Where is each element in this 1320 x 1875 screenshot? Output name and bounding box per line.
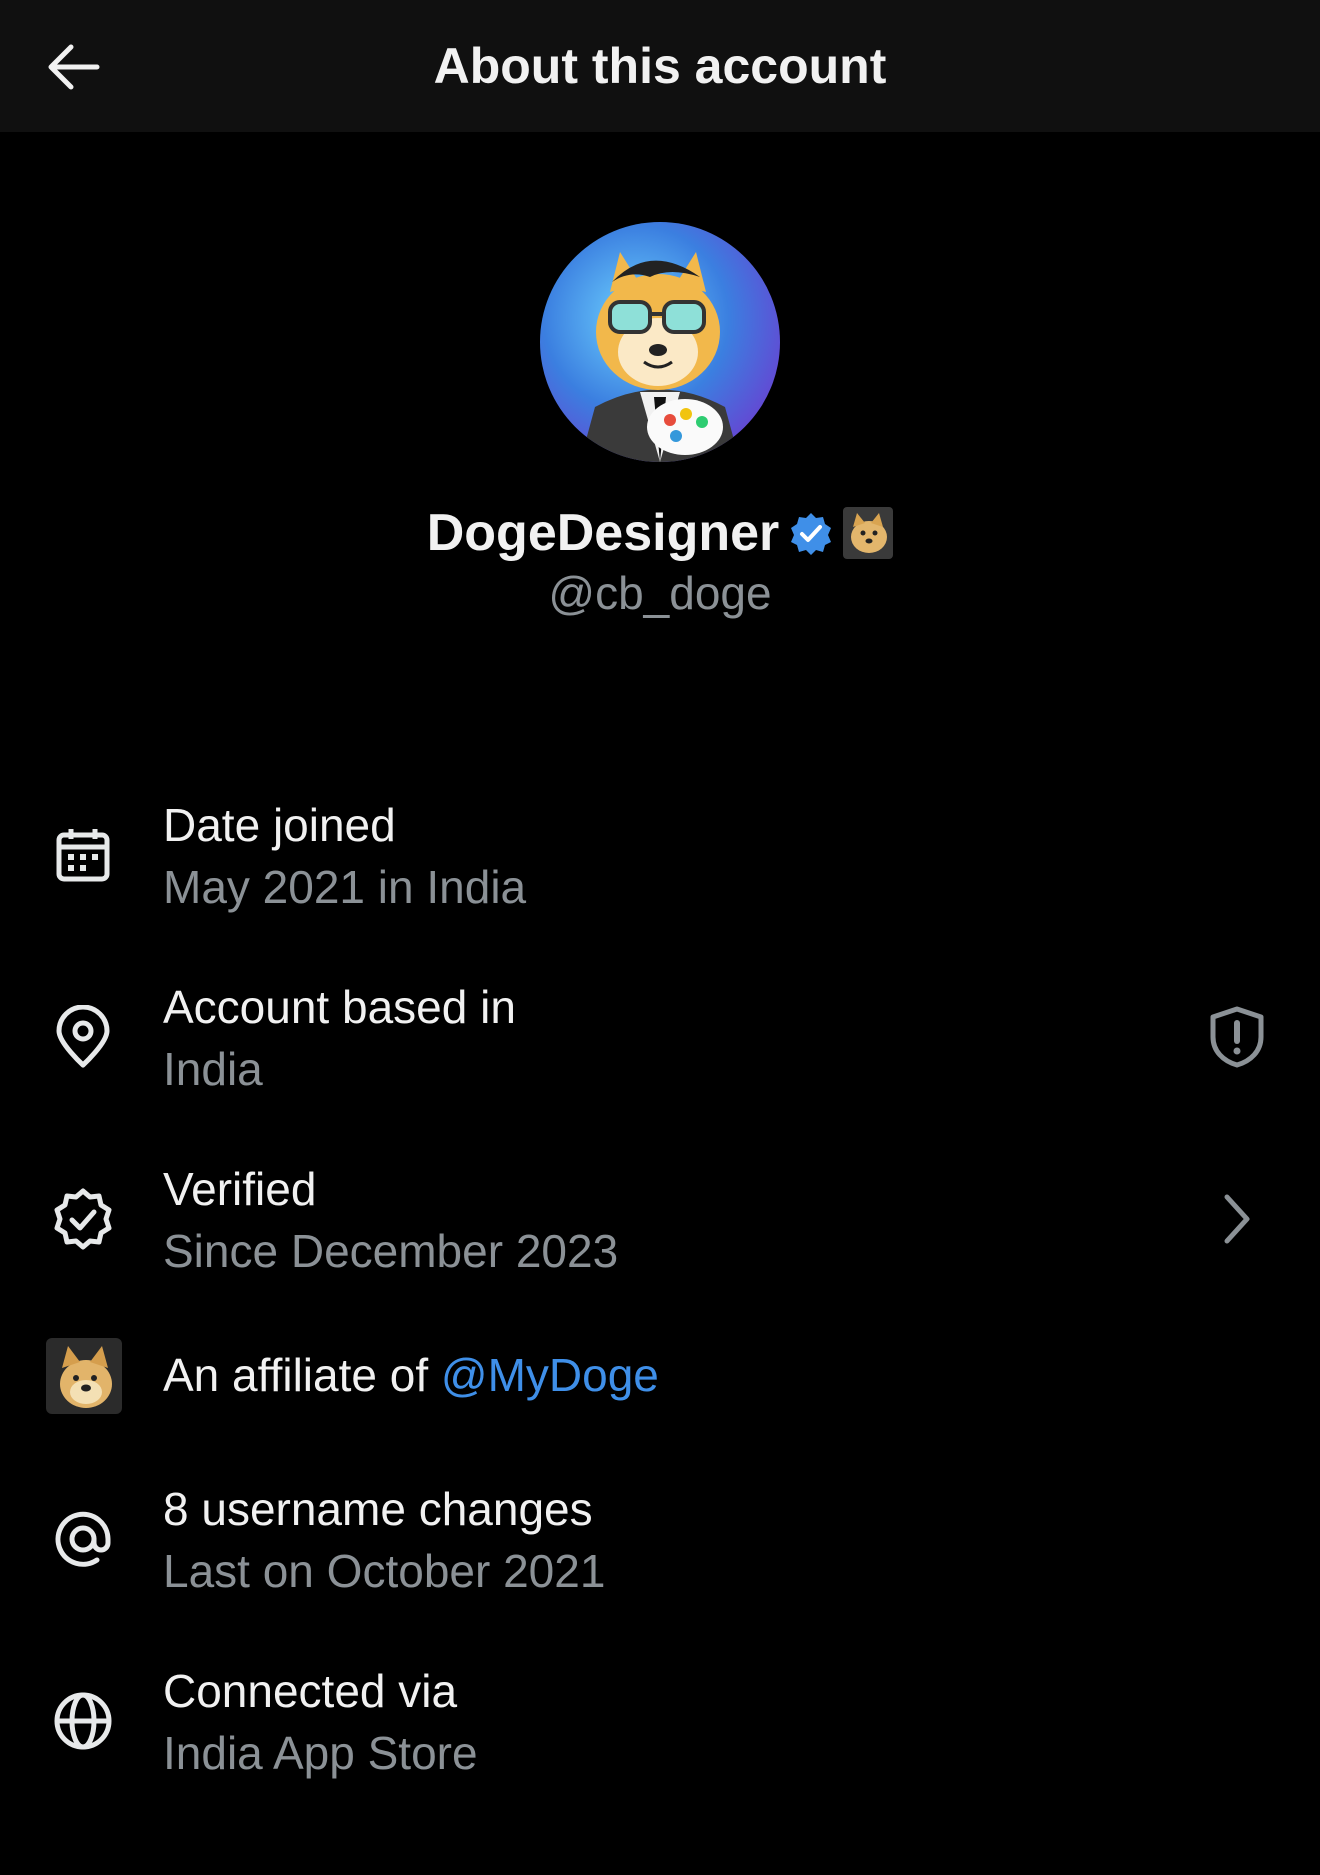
avatar[interactable] — [540, 222, 780, 462]
at-sign-icon — [50, 1506, 116, 1572]
verified-value: Since December 2023 — [163, 1225, 619, 1277]
back-arrow-icon — [48, 44, 100, 90]
globe-icon — [50, 1688, 116, 1754]
calendar-icon — [50, 822, 116, 888]
affiliate-prefix: An affiliate of — [163, 1349, 441, 1401]
chevron-right-icon[interactable] — [1204, 1186, 1270, 1252]
account-based-row: Account based in India — [0, 972, 1320, 1102]
affiliate-link[interactable]: @MyDoge — [441, 1349, 659, 1401]
location-pin-icon — [50, 1004, 116, 1070]
affiliate-avatar[interactable] — [46, 1338, 122, 1414]
back-button[interactable] — [40, 34, 106, 100]
account-based-value: India — [163, 1043, 263, 1095]
shield-alert-icon[interactable] — [1204, 1004, 1270, 1070]
username-changes-label: 8 username changes — [163, 1483, 593, 1535]
date-joined-row: Date joined May 2021 in India — [0, 790, 1320, 920]
verified-seal-icon — [50, 1186, 116, 1252]
verified-row[interactable]: Verified Since December 2023 — [0, 1154, 1320, 1284]
verified-badge-icon — [791, 513, 832, 555]
top-bar: About this account — [0, 0, 1320, 132]
page-title: About this account — [433, 38, 887, 94]
affiliate-badge-icon — [843, 507, 894, 559]
username-changes-row: 8 username changes Last on October 2021 — [0, 1474, 1320, 1604]
connected-via-label: Connected via — [163, 1665, 458, 1717]
affiliate-text: An affiliate of @MyDoge — [163, 1348, 659, 1402]
account-based-label: Account based in — [163, 981, 516, 1033]
connected-via-value: India App Store — [163, 1727, 478, 1779]
profile-name-row: DogeDesigner — [0, 498, 1320, 568]
handle: @cb_doge — [548, 567, 772, 619]
connected-via-row: Connected via India App Store — [0, 1656, 1320, 1786]
display-name: DogeDesigner — [426, 504, 780, 562]
date-joined-label: Date joined — [163, 799, 396, 851]
username-changes-value: Last on October 2021 — [163, 1545, 606, 1597]
affiliate-row: An affiliate of @MyDoge — [0, 1336, 1320, 1416]
verified-label: Verified — [163, 1163, 317, 1215]
date-joined-value: May 2021 in India — [163, 861, 527, 913]
